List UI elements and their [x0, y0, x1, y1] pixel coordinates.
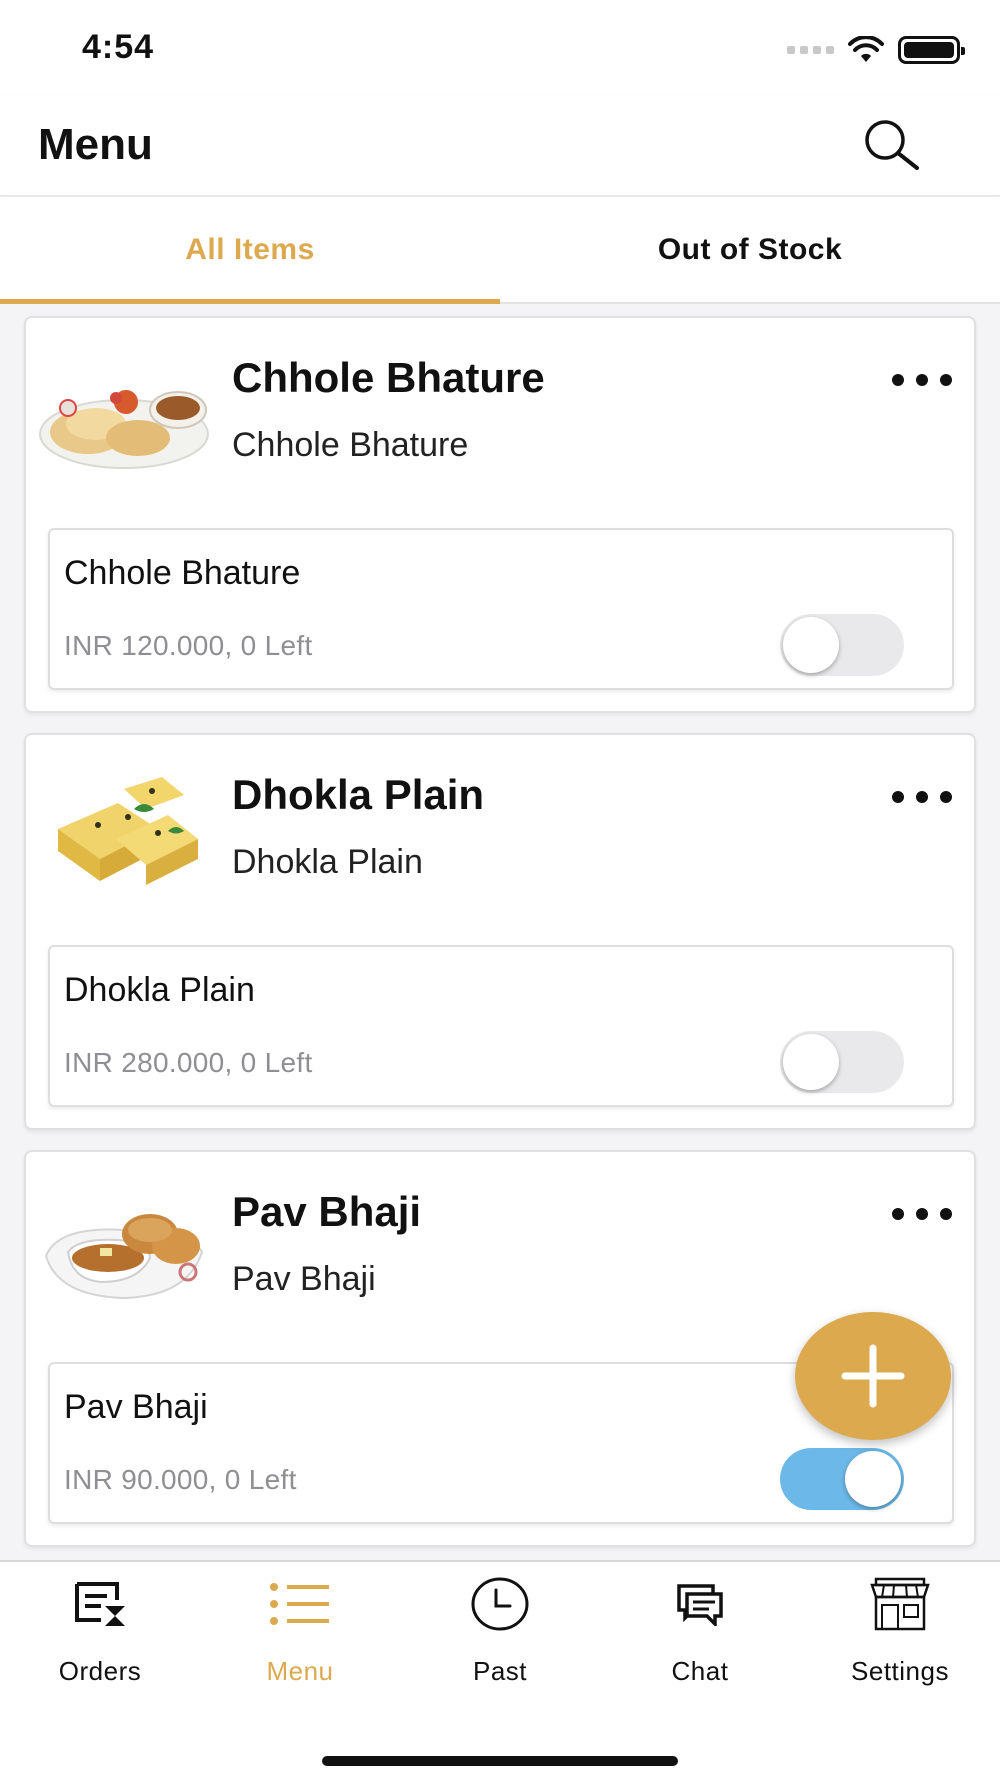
orders-icon — [75, 1582, 125, 1626]
item-name: Pav Bhaji — [232, 1188, 422, 1235]
more-options-icon[interactable] — [892, 1202, 952, 1226]
nav-label: Chat — [671, 1656, 729, 1686]
status-bar: 4:54 — [0, 0, 1000, 96]
variant-name: Pav Bhaji — [64, 1388, 208, 1426]
variant-name: Dhokla Plain — [64, 971, 255, 1009]
clock-icon — [471, 1577, 529, 1631]
wifi-icon — [848, 36, 884, 62]
search-button[interactable] — [855, 114, 925, 174]
availability-toggle[interactable] — [780, 614, 904, 676]
tab-all-items[interactable]: All Items — [0, 197, 500, 304]
more-options-icon[interactable] — [892, 785, 952, 809]
nav-label: Past — [472, 1656, 528, 1686]
nav-orders[interactable]: Orders — [0, 1562, 200, 1712]
tab-bar: All Items Out of Stock — [0, 197, 1000, 304]
chhole-bhature-image — [39, 390, 209, 469]
nav-past[interactable]: Past — [400, 1562, 600, 1712]
item-variant-row: Dhokla Plain INR 280.000, 0 Left — [48, 945, 954, 1107]
store-icon — [870, 1577, 930, 1631]
availability-toggle[interactable] — [780, 1031, 904, 1093]
more-options-icon[interactable] — [892, 368, 952, 392]
tab-out-of-stock[interactable]: Out of Stock — [500, 197, 1000, 302]
menu-item-card[interactable]: Chhole Bhature Chhole Bhature Chhole Bha… — [24, 316, 976, 713]
battery-icon — [898, 36, 965, 64]
item-subtitle: Pav Bhaji — [232, 1260, 376, 1298]
menu-item-card[interactable]: Dhokla Plain Dhokla Plain Dhokla Plain I… — [24, 733, 976, 1130]
bottom-navigation: Orders Menu Past Chat Settings — [0, 1560, 1000, 1778]
variant-price-stock: INR 90.000, 0 Left — [64, 1464, 297, 1495]
chat-icon — [677, 1584, 723, 1626]
app-header: Menu — [0, 96, 1000, 196]
variant-price-stock: INR 280.000, 0 Left — [64, 1047, 313, 1078]
variant-name: Chhole Bhature — [64, 554, 301, 592]
nav-settings[interactable]: Settings — [800, 1562, 1000, 1712]
plus-icon — [841, 1344, 905, 1408]
status-indicators — [787, 36, 965, 64]
add-item-button[interactable] — [795, 1312, 951, 1440]
nav-label: Menu — [266, 1656, 334, 1686]
search-icon — [865, 120, 919, 170]
status-time: 4:54 — [82, 28, 155, 66]
item-name: Chhole Bhature — [232, 354, 545, 401]
pav-bhaji-image — [44, 1214, 204, 1300]
home-indicator — [322, 1756, 678, 1766]
item-variant-row: Chhole Bhature INR 120.000, 0 Left — [48, 528, 954, 690]
nav-label: Settings — [851, 1656, 949, 1686]
menu-screen: 4:54 Menu All Items Out of Stock Chhole … — [0, 0, 1000, 1778]
page-title: Menu — [38, 120, 153, 169]
nav-menu[interactable]: Menu — [200, 1562, 400, 1712]
item-subtitle: Chhole Bhature — [232, 426, 469, 464]
nav-label: Orders — [58, 1656, 142, 1686]
nav-chat[interactable]: Chat — [600, 1562, 800, 1712]
item-subtitle: Dhokla Plain — [232, 843, 423, 881]
item-name: Dhokla Plain — [232, 771, 485, 818]
menu-list-icon — [270, 1583, 329, 1625]
dhokla-image — [58, 777, 198, 885]
variant-price-stock: INR 120.000, 0 Left — [64, 630, 313, 661]
cellular-signal-icon — [787, 46, 834, 54]
availability-toggle[interactable] — [780, 1448, 904, 1510]
